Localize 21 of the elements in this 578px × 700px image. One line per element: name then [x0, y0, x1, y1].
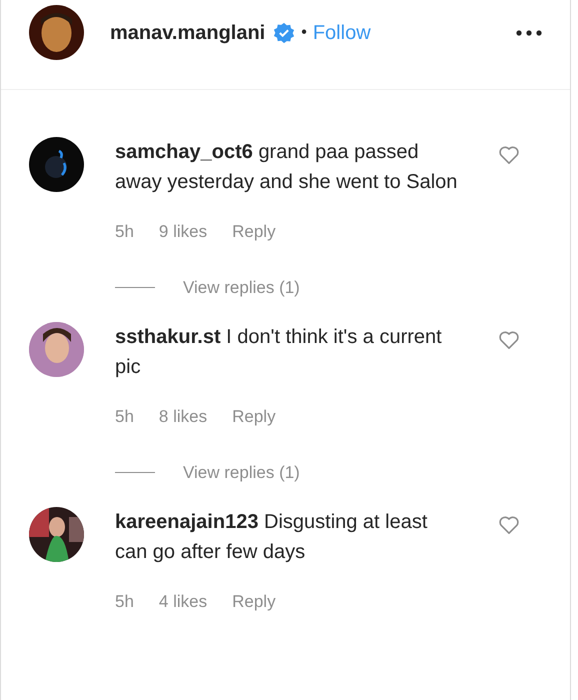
follow-button[interactable]: Follow: [312, 18, 371, 48]
comment-text: kareenajain123 Disgusting at least can go after few days: [115, 510, 428, 565]
separator-dot: •: [301, 22, 307, 42]
likes-count[interactable]: 4 likes: [158, 589, 208, 614]
likes-count[interactable]: 9 likes: [158, 219, 208, 244]
comment-text: samchay_oct6 grand paa passed away yesterday and she went to Salon: [115, 140, 458, 195]
username[interactable]: manav.manglani: [110, 18, 266, 48]
view-replies-link[interactable]: View replies (1): [183, 274, 300, 300]
comment-time: 5h: [115, 591, 134, 613]
view-replies-link[interactable]: View replies (1): [183, 460, 300, 485]
comment-text: ssthakur.st I don't think it's a current pic: [115, 325, 443, 380]
likes-count[interactable]: 8 likes: [158, 404, 208, 430]
comment-time: 5h: [115, 406, 134, 428]
comment-time: 5h: [115, 221, 134, 243]
reply-button[interactable]: Reply: [232, 404, 276, 430]
more-options-icon[interactable]: [516, 30, 542, 36]
heart-icon[interactable]: [498, 515, 520, 535]
heart-icon[interactable]: [498, 330, 520, 350]
reply-button[interactable]: Reply: [232, 219, 276, 244]
reply-button[interactable]: Reply: [232, 589, 276, 614]
heart-icon[interactable]: [498, 145, 520, 165]
